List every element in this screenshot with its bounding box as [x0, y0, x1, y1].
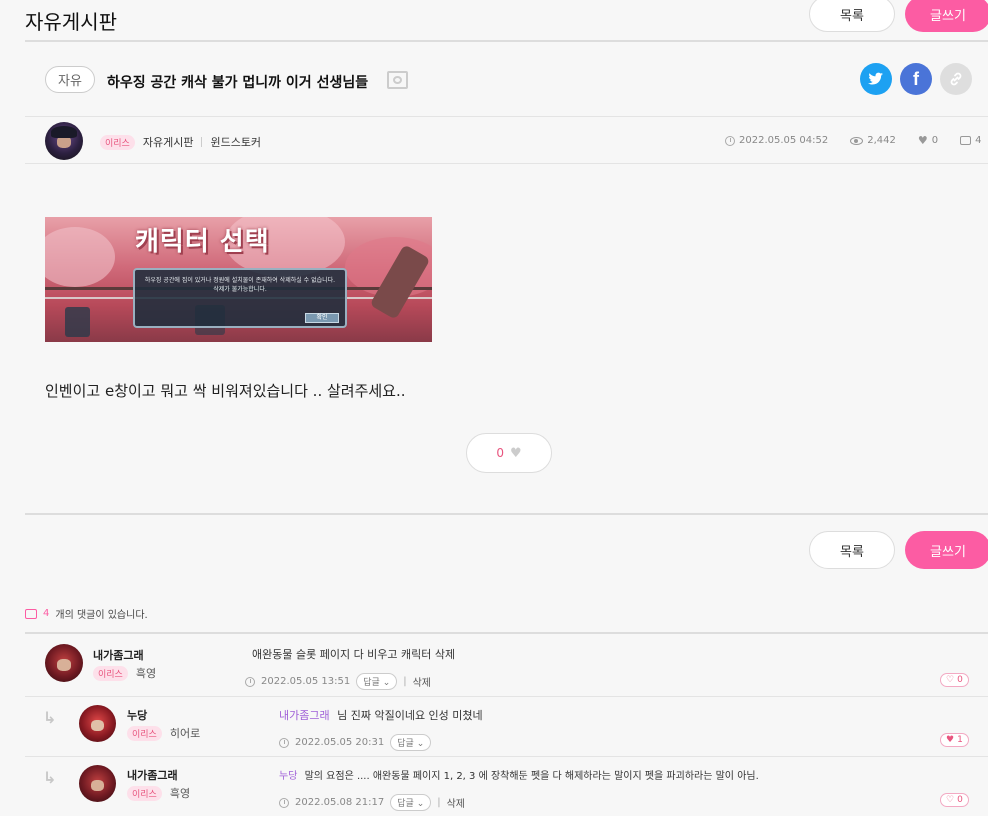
comment-date: 2022.05.05 13:51	[261, 676, 351, 687]
comment-text-row: 누당 말의 요점은 .... 애완동물 페이지 1, 2, 3 에 장착해둔 펫…	[279, 767, 759, 782]
reply-button[interactable]: 답글 ⌄	[390, 794, 432, 811]
meta-divider: |	[437, 797, 441, 808]
comment-like-button[interactable]: ♡ 0	[940, 793, 969, 807]
comment-date: 2022.05.05 20:31	[295, 737, 385, 748]
comment-text: 말의 요점은 .... 애완동물 페이지 1, 2, 3 에 장착해둔 펫을 다…	[304, 771, 759, 782]
board-title: 자유게시판	[25, 10, 117, 34]
like-button[interactable]: 0 ♥	[466, 433, 552, 473]
heart-icon: ♡	[946, 795, 955, 805]
clock-icon	[725, 135, 735, 146]
post-image[interactable]: 캐릭터 선택 하우징 공간에 집이 있거나 정원에 설치물이 존재하여 삭제하실…	[45, 217, 432, 342]
comment-class: 흑영	[169, 787, 191, 800]
post-comments-meta: 4	[960, 135, 982, 146]
comments-suffix: 개의 댓글이 있습니다.	[55, 610, 148, 621]
heart-icon: ♥	[509, 445, 522, 461]
comment-mention[interactable]: 내가좀그래	[279, 709, 330, 722]
reply-arrow-icon: ↳	[43, 708, 57, 727]
comment-date: 2022.05.08 21:17	[295, 797, 385, 808]
write-button[interactable]: 글쓰기	[905, 0, 988, 32]
comment-server-badge: 이리스	[93, 665, 128, 681]
comment-mention[interactable]: 누당	[279, 771, 297, 782]
heart-icon: ♥	[946, 735, 955, 745]
author-avatar[interactable]	[45, 122, 83, 160]
comment-author[interactable]: 내가좀그래	[93, 647, 144, 663]
link-copy-icon[interactable]	[940, 63, 972, 95]
comment-author[interactable]: 누당	[127, 707, 147, 723]
comment-bubble-icon	[25, 608, 37, 619]
heart-icon: ♡	[946, 675, 955, 685]
comment-like-button[interactable]: ♥ 1	[940, 733, 969, 747]
write-button-bottom[interactable]: 글쓰기	[905, 531, 988, 569]
author-class: 윈드스토커	[210, 136, 262, 149]
image-dialog-text1: 하우징 공간에 집이 있거나 정원에 설치물이 존재하여 삭제하실 수 없습니다…	[144, 277, 336, 284]
image-dialog-text2: 삭제가 불가능합니다.	[213, 286, 267, 293]
list-button[interactable]: 목록	[809, 0, 895, 32]
comment-text: 님 진짜 악질이네요 인성 미쳤네	[337, 709, 483, 722]
comment-like-button[interactable]: ♡ 0	[940, 673, 969, 687]
comment-author[interactable]: 내가좀그래	[127, 767, 178, 783]
meta-divider: |	[403, 676, 407, 687]
author-board[interactable]: 자유게시판	[143, 134, 194, 150]
like-count: 0	[496, 446, 504, 460]
twitter-share-icon[interactable]	[860, 63, 892, 95]
reply-arrow-icon: ↳	[43, 768, 57, 787]
post-date-meta: 2022.05.05 04:52	[725, 135, 828, 146]
comment-server-badge: 이리스	[127, 785, 162, 801]
comment-avatar[interactable]	[45, 644, 83, 682]
delete-link[interactable]: 삭제	[413, 674, 431, 689]
eye-icon	[850, 136, 864, 145]
image-dialog-button: 확인	[305, 313, 339, 323]
post-likes: 0	[931, 135, 939, 146]
comments-header: 4 개의 댓글이 있습니다.	[25, 606, 148, 621]
clock-icon	[279, 737, 289, 748]
post-views: 2,442	[867, 135, 896, 146]
comment-avatar[interactable]	[79, 765, 116, 802]
author-server-badge: 이리스	[100, 134, 135, 150]
list-button-bottom[interactable]: 목록	[809, 531, 895, 569]
clock-icon	[279, 797, 289, 808]
meta-divider	[201, 137, 203, 147]
comment-server-badge: 이리스	[127, 725, 162, 741]
delete-link[interactable]: 삭제	[447, 795, 465, 810]
comment-text-row: 내가좀그래 님 진짜 악질이네요 인성 미쳤네	[279, 707, 483, 723]
post-body: 인벤이고 e창이고 뭐고 싹 비워져있습니다 .. 살려주세요..	[45, 382, 406, 400]
heart-icon: ♥	[917, 134, 928, 147]
comment-class: 히어로	[169, 727, 201, 740]
post-date: 2022.05.05 04:52	[739, 135, 829, 146]
image-dialog: 하우징 공간에 집이 있거나 정원에 설치물이 존재하여 삭제하실 수 없습니다…	[133, 268, 347, 328]
comment-class: 흑영	[135, 667, 157, 680]
clock-icon	[245, 676, 255, 687]
post-comment-count: 4	[975, 135, 982, 146]
image-headline: 캐릭터 선택	[135, 227, 270, 257]
comment-avatar[interactable]	[79, 705, 116, 742]
comments-count: 4	[43, 608, 50, 619]
post-likes-meta: ♥ 0	[918, 134, 938, 147]
reply-button[interactable]: 답글 ⌄	[390, 734, 432, 751]
post-views-meta: 2,442	[850, 135, 896, 146]
comment-text: 애완동물 슬롯 페이지 다 비우고 캐릭터 삭제	[252, 648, 456, 661]
category-tag[interactable]: 자유	[45, 66, 95, 93]
image-attached-icon	[387, 71, 408, 89]
facebook-share-icon[interactable]: f	[900, 63, 932, 95]
post-title: 하우징 공간 캐삭 불가 멉니까 이거 선생님들	[107, 75, 369, 91]
reply-button[interactable]: 답글 ⌄	[356, 673, 398, 690]
comment-icon	[960, 136, 972, 145]
